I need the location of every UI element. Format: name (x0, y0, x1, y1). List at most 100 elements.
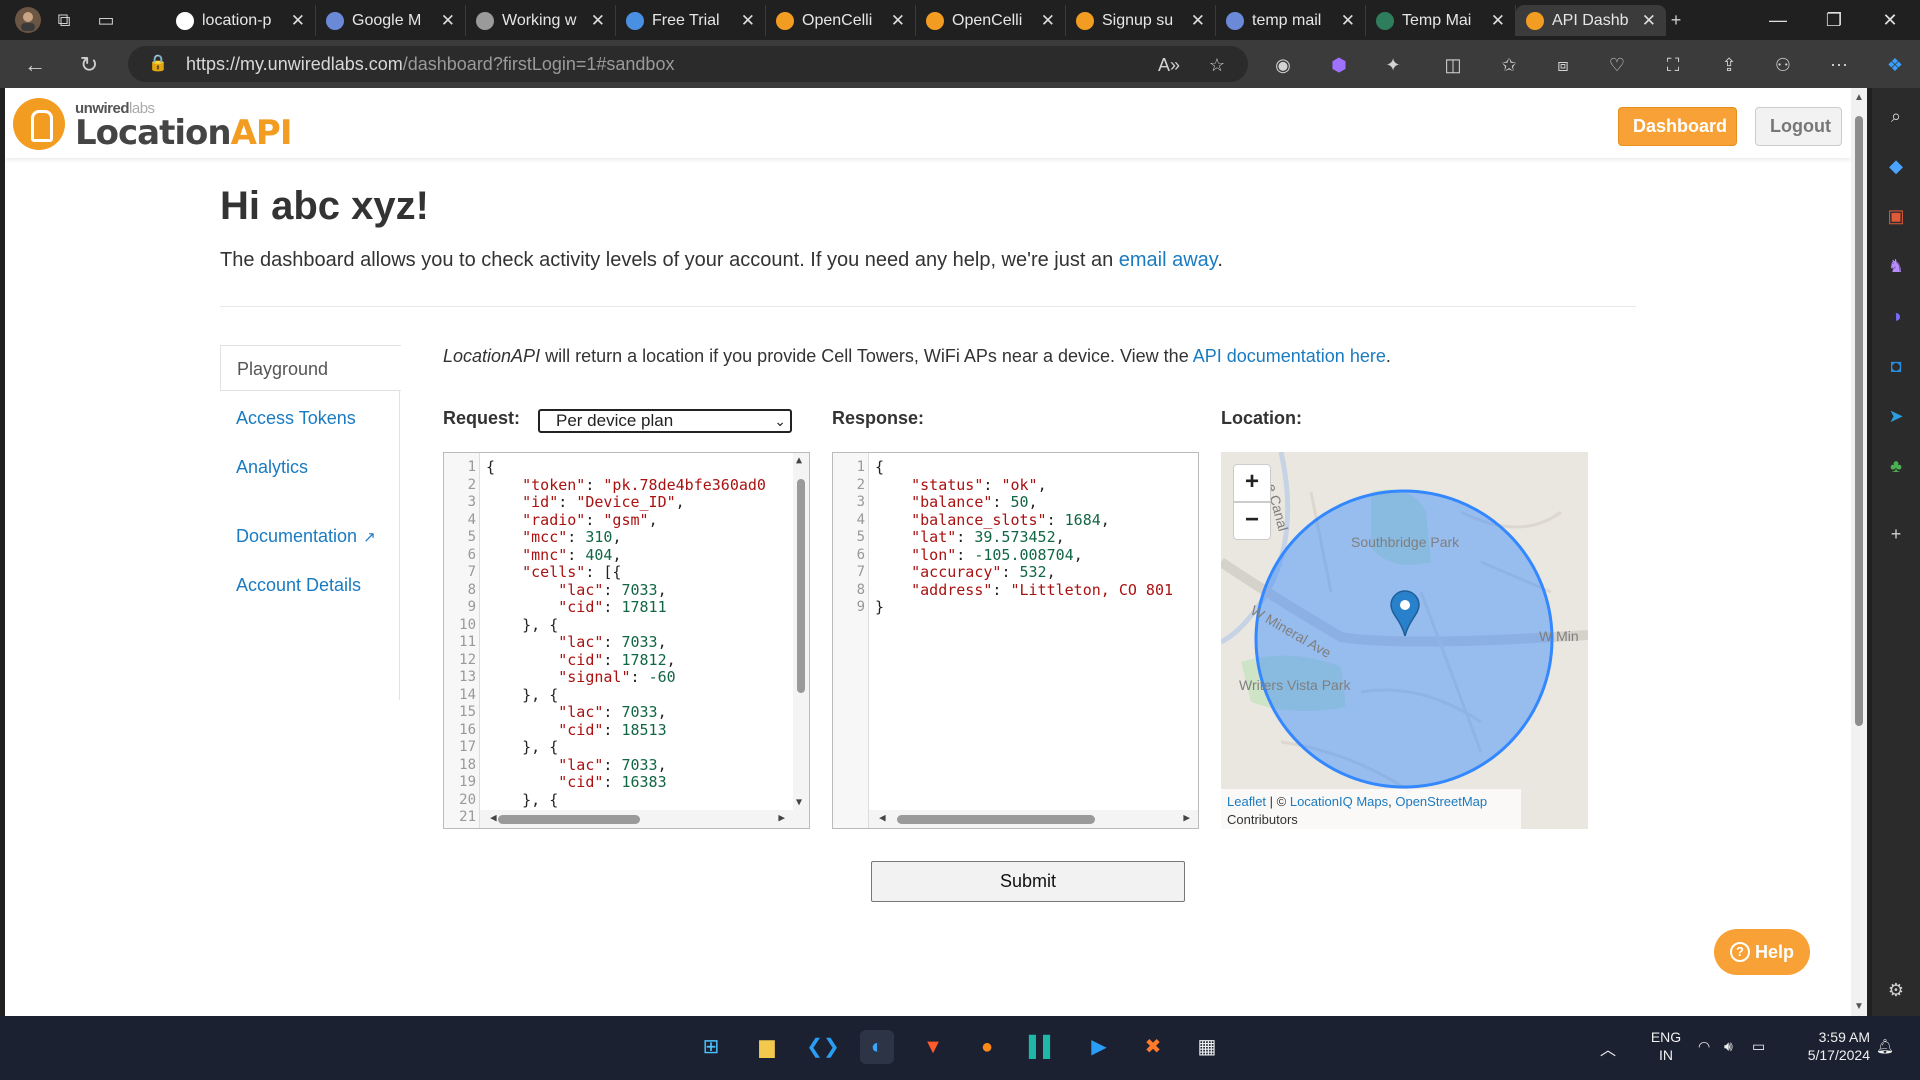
help-button[interactable]: ? Help (1714, 929, 1810, 975)
windows-start-icon[interactable]: ⊞ (694, 1030, 728, 1064)
close-window-icon[interactable]: ✕ (1864, 0, 1916, 40)
volume-icon[interactable]: 🔊︎ (1724, 1038, 1733, 1055)
zoom-out-button[interactable]: − (1233, 502, 1271, 540)
extension-owl-icon[interactable]: ◉ (1270, 52, 1296, 78)
read-aloud-icon[interactable]: A» (1156, 52, 1182, 78)
plan-select[interactable]: Per device plan ⌄ (538, 409, 792, 433)
map-marker-icon[interactable] (1389, 590, 1421, 638)
close-tab-icon[interactable]: ✕ (1491, 11, 1505, 31)
microsoft-store-icon[interactable]: ▦ (1190, 1030, 1224, 1064)
back-icon[interactable]: ← (20, 50, 50, 80)
browser-tab[interactable]: Free Trial ✕ (616, 5, 766, 36)
scroll-down-icon[interactable]: ▼ (796, 797, 802, 808)
api-docs-link[interactable]: API documentation here (1193, 346, 1386, 366)
copilot-icon[interactable]: ❖ (1882, 52, 1908, 78)
extension-cube-icon[interactable]: ⬢ (1326, 52, 1352, 78)
brave-browser-icon[interactable]: ▼ (916, 1030, 950, 1064)
scroll-left-icon[interactable]: ◀ (879, 811, 886, 824)
horizontal-scrollbar[interactable]: ◀ ▶ (869, 810, 1198, 828)
favorites-icon[interactable]: ✩ (1496, 52, 1522, 78)
microsoft365-icon[interactable]: ◑ (1882, 302, 1910, 330)
telegram-icon[interactable]: ➤ (1882, 402, 1910, 430)
clock[interactable]: 3:59 AM 5/17/2024 (1790, 1028, 1870, 1064)
refresh-icon[interactable]: ↻ (74, 50, 104, 80)
more-menu-icon[interactable]: ⋯ (1826, 52, 1852, 78)
vscode-icon[interactable]: ❮❯ (806, 1030, 840, 1064)
close-tab-icon[interactable]: ✕ (1191, 11, 1205, 31)
nav-access-tokens[interactable]: Access Tokens (220, 395, 400, 441)
scroll-thumb[interactable] (498, 815, 640, 824)
notifications-bell-icon[interactable]: 🔔︎ (1876, 1038, 1894, 1055)
remote-desktop-icon[interactable]: ▶ (1082, 1030, 1116, 1064)
vertical-tabs-icon[interactable]: ▭ (92, 6, 120, 34)
nav-account-details[interactable]: Account Details (220, 562, 400, 608)
intellij-icon[interactable]: ▌▌ (1026, 1030, 1060, 1064)
extensions-puzzle-icon[interactable]: ✦ (1380, 52, 1406, 78)
restore-icon[interactable]: ❐ (1808, 0, 1860, 40)
horizontal-scrollbar[interactable]: ◀ ▶ (480, 810, 809, 828)
edge-browser-icon[interactable]: ◐ (860, 1030, 894, 1064)
scroll-down-icon[interactable]: ▼ (1853, 1001, 1865, 1012)
logout-button[interactable]: Logout (1755, 107, 1842, 146)
new-tab-icon[interactable]: + (1662, 6, 1690, 34)
favorite-star-icon[interactable]: ☆ (1204, 52, 1230, 78)
nav-playground[interactable]: Playground (220, 345, 401, 391)
workspace-share-icon[interactable]: ⚇ (1770, 52, 1796, 78)
add-sidebar-app-icon[interactable]: + (1882, 520, 1910, 548)
close-tab-icon[interactable]: ✕ (291, 11, 305, 31)
browser-tab[interactable]: Google M ✕ (316, 5, 466, 36)
firefox-icon[interactable]: ● (970, 1030, 1004, 1064)
wifi-icon[interactable]: ◠ (1698, 1038, 1710, 1055)
close-tab-icon[interactable]: ✕ (1341, 11, 1355, 31)
close-tab-icon[interactable]: ✕ (891, 11, 905, 31)
leaflet-link[interactable]: Leaflet (1227, 794, 1266, 809)
browser-tab[interactable]: API Dashb ✕ (1516, 5, 1666, 36)
split-screen-icon[interactable]: ◫ (1440, 52, 1466, 78)
language-indicator[interactable]: ENG IN (1646, 1028, 1686, 1064)
osm-link[interactable]: OpenStreetMap (1395, 794, 1487, 809)
profile-avatar-icon[interactable] (14, 6, 42, 34)
browser-tab[interactable]: OpenCelli ✕ (766, 5, 916, 36)
browser-tab[interactable]: Signup su ✕ (1066, 5, 1216, 36)
minimize-icon[interactable]: — (1752, 0, 1804, 40)
close-tab-icon[interactable]: ✕ (741, 11, 755, 31)
file-explorer-icon[interactable]: ▆ (750, 1030, 784, 1064)
close-tab-icon[interactable]: ✕ (1041, 11, 1055, 31)
games-icon[interactable]: ♞ (1882, 252, 1910, 280)
dashboard-button[interactable]: Dashboard (1618, 107, 1737, 146)
page-scrollbar[interactable]: ▲ ▼ (1851, 88, 1867, 1016)
outlook-icon[interactable]: ◘ (1882, 352, 1910, 380)
browser-tab[interactable]: temp mail ✕ (1216, 5, 1366, 36)
search-icon[interactable]: ⌕ (1882, 102, 1910, 130)
collections-icon[interactable]: ⧈ (1550, 52, 1576, 78)
tools-icon[interactable]: ▣ (1882, 202, 1910, 230)
browser-tab[interactable]: Temp Mai ✕ (1366, 5, 1516, 36)
shopping-tag-icon[interactable]: ◆ (1882, 152, 1910, 180)
scroll-thumb[interactable] (797, 479, 805, 693)
chevron-up-icon[interactable]: ︿ (1600, 1036, 1616, 1060)
vertical-scrollbar[interactable]: ▲ ▼ (793, 453, 809, 810)
screenshot-icon[interactable]: ⛶ (1660, 52, 1686, 78)
response-editor[interactable]: 1{2 "status": "ok", 3 "balance": 50, 4 "ba… (832, 452, 1199, 829)
zoom-in-button[interactable]: + (1233, 464, 1271, 502)
scroll-up-icon[interactable]: ▲ (796, 455, 802, 466)
location-map[interactable]: Southbridge Park Writers Vista Park W Mi… (1221, 452, 1588, 829)
locationapi-logo[interactable]: unwiredlabs LocationAPI (13, 96, 292, 153)
battery-icon[interactable]: ▭ (1752, 1038, 1765, 1055)
workspaces-icon[interactable]: ⧉ (50, 6, 78, 34)
locationiq-link[interactable]: LocationIQ Maps (1290, 794, 1388, 809)
xampp-icon[interactable]: ✖ (1136, 1030, 1170, 1064)
share-icon[interactable]: ⇪ (1716, 52, 1742, 78)
email-link[interactable]: email away (1119, 249, 1218, 271)
nav-analytics[interactable]: Analytics (220, 444, 400, 490)
scroll-left-icon[interactable]: ◀ (490, 811, 497, 824)
submit-button[interactable]: Submit (871, 861, 1185, 902)
browser-tab[interactable]: OpenCelli ✕ (916, 5, 1066, 36)
scroll-up-icon[interactable]: ▲ (1853, 92, 1865, 103)
scroll-thumb[interactable] (897, 815, 1095, 824)
close-tab-icon[interactable]: ✕ (591, 11, 605, 31)
browser-tab[interactable]: location-p ✕ (166, 5, 316, 36)
browser-tab[interactable]: Working w ✕ (466, 5, 616, 36)
scroll-right-icon[interactable]: ▶ (778, 811, 785, 824)
scroll-thumb[interactable] (1855, 116, 1863, 726)
